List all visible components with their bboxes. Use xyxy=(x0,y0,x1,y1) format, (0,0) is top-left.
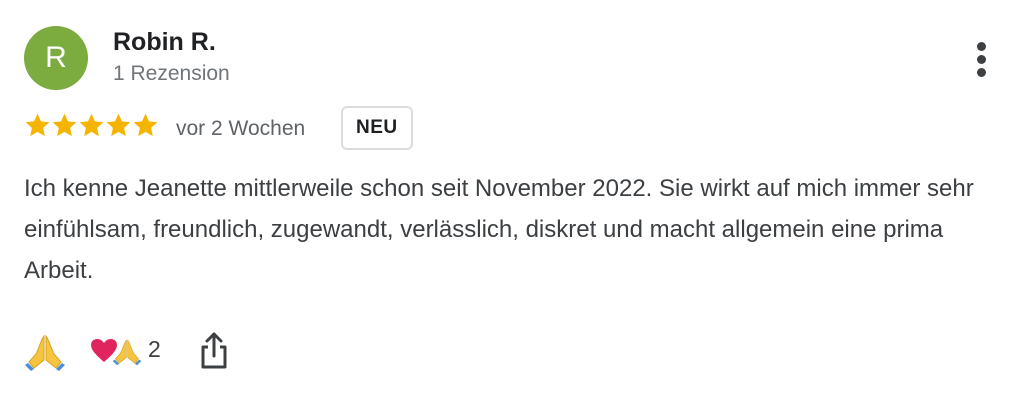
share-button[interactable] xyxy=(196,330,232,370)
avatar[interactable]: R xyxy=(24,26,88,90)
star-icon xyxy=(106,113,131,137)
react-button[interactable] xyxy=(24,330,66,372)
folded-hands-icon xyxy=(112,339,142,366)
star-icon xyxy=(25,113,50,137)
folded-hands-icon xyxy=(25,334,65,371)
star-icon xyxy=(52,113,77,137)
avatar-initial: R xyxy=(45,41,67,74)
more-options-button[interactable] xyxy=(964,36,1000,80)
star-rating xyxy=(24,112,159,139)
review-text: Ich kenne Jeanette mittlerweile schon se… xyxy=(24,175,974,284)
star-icon xyxy=(79,113,104,137)
review-card: R Robin R. 1 Rezension vor 2 Wochen NEU … xyxy=(0,0,1021,414)
share-icon xyxy=(201,332,227,369)
reviewer-review-count: 1 Rezension xyxy=(113,62,230,85)
new-badge: NEU xyxy=(341,106,413,150)
review-date: vor 2 Wochen xyxy=(176,117,306,140)
reaction-count: 2 xyxy=(148,336,161,362)
star-icon xyxy=(133,113,158,137)
reviewer-name[interactable]: Robin R. xyxy=(113,28,216,57)
